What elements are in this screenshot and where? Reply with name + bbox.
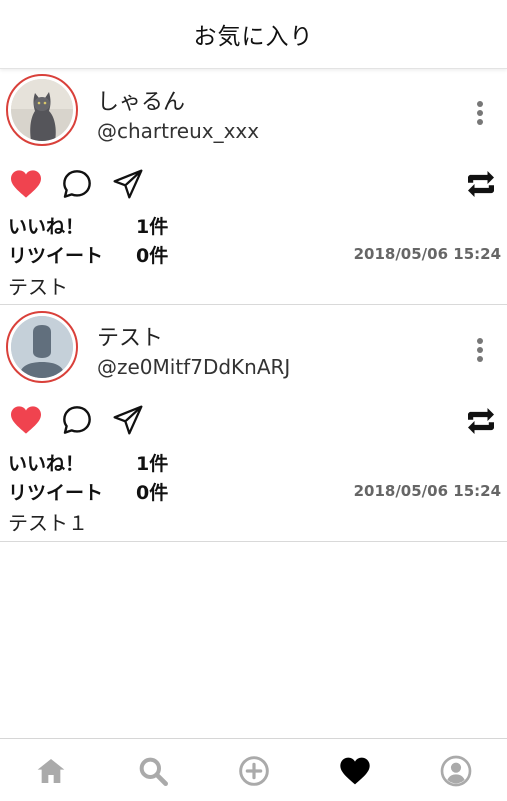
like-heart-icon[interactable]	[9, 405, 43, 435]
page-title: お気に入り	[193, 24, 314, 50]
like-heart-icon[interactable]	[9, 169, 43, 199]
add-circle-icon[interactable]	[238, 755, 270, 787]
retweet-icon[interactable]	[465, 171, 497, 197]
share-send-icon[interactable]	[112, 168, 144, 200]
home-icon[interactable]	[35, 755, 67, 787]
likes-count: 1件	[136, 453, 169, 475]
search-icon[interactable]	[137, 755, 169, 787]
default-user-icon	[11, 316, 73, 378]
retweets-label: リツイート	[8, 245, 104, 267]
user-handle[interactable]: @chartreux_xxx	[97, 119, 259, 143]
retweets-count: 0件	[136, 482, 169, 504]
user-name[interactable]: テスト	[97, 320, 163, 352]
post-timestamp: 2018/05/06 15:24	[353, 245, 501, 263]
retweets-label: リツイート	[8, 482, 104, 504]
bottom-nav	[0, 738, 507, 801]
post-text: テスト	[8, 275, 68, 299]
heart-icon[interactable]	[339, 755, 371, 787]
avatar[interactable]	[6, 74, 78, 146]
more-options-icon[interactable]	[476, 101, 484, 125]
post-timestamp: 2018/05/06 15:24	[353, 482, 501, 500]
post-card: しゃるん @chartreux_xxx いいね！ 1件 リツイート 0件 201…	[0, 69, 507, 305]
user-handle[interactable]: @ze0Mitf7DdKnARJ	[97, 355, 290, 379]
likes-count: 1件	[136, 216, 169, 238]
post-text: テスト１	[8, 511, 88, 535]
comment-icon[interactable]	[61, 404, 93, 436]
profile-icon[interactable]	[440, 755, 472, 787]
post-card: テスト @ze0Mitf7DdKnARJ いいね！ 1件 リツイート 0件 20…	[0, 305, 507, 542]
retweet-icon[interactable]	[465, 408, 497, 434]
app-header: お気に入り	[0, 0, 507, 69]
avatar[interactable]	[6, 311, 78, 383]
likes-label: いいね！	[8, 453, 85, 475]
more-options-icon[interactable]	[476, 338, 484, 362]
retweets-count: 0件	[136, 245, 169, 267]
user-name[interactable]: しゃるん	[97, 84, 185, 116]
likes-label: いいね！	[8, 216, 85, 238]
comment-icon[interactable]	[61, 168, 93, 200]
cat-photo	[11, 79, 73, 141]
share-send-icon[interactable]	[112, 404, 144, 436]
